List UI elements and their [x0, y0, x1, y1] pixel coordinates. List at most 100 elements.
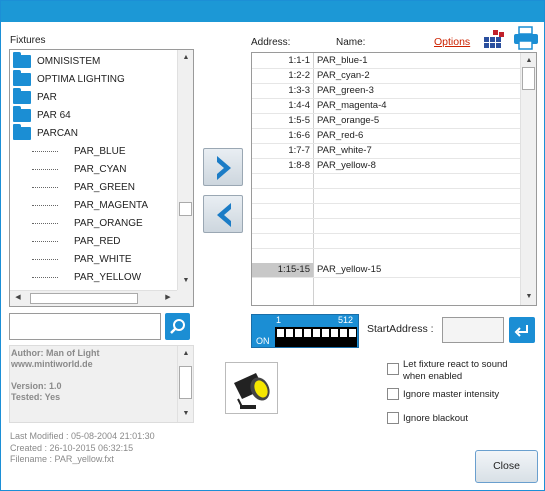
options-link[interactable]: Options	[434, 36, 470, 48]
row-address: 1:5-5	[288, 115, 310, 126]
arrow-left-icon	[217, 203, 231, 227]
row-name: PAR_orange-5	[317, 115, 380, 126]
fixture-tree[interactable]: OMNISISTEM OPTIMA LIGHTING PAR PAR 64 PA…	[9, 49, 194, 307]
patch-row[interactable]: 1:6-6 PAR_red-6	[252, 129, 520, 144]
tree-item-par-green[interactable]: PAR_GREEN	[10, 178, 178, 196]
tree-vertical-scrollbar[interactable]: ▲ ▼	[177, 50, 193, 290]
ignore-blackout-checkbox[interactable]	[387, 412, 399, 424]
react-to-sound-checkbox[interactable]	[387, 363, 399, 375]
tree-item-label: PAR_RED	[74, 235, 121, 247]
remove-from-patch-button[interactable]	[203, 195, 243, 233]
tree-item-label: PAR_WHITE	[74, 253, 132, 265]
apply-start-address-button[interactable]	[509, 317, 535, 343]
start-address-input[interactable]	[442, 317, 504, 343]
tree-item-label: PAR_ORANGE	[74, 217, 143, 229]
patch-row[interactable]: 1:7-7 PAR_white-7	[252, 144, 520, 159]
tree-folder-optima-lighting[interactable]: OPTIMA LIGHTING	[10, 69, 125, 88]
tree-hscroll-thumb[interactable]	[30, 293, 138, 304]
dip-switch-2[interactable]	[286, 329, 293, 337]
info-version: Version: 1.0	[11, 381, 62, 391]
tree-item-label: PAR_YELLOW	[74, 271, 142, 283]
tree-horizontal-scrollbar[interactable]: ◀ ▶	[10, 290, 178, 306]
row-address: 1:2-2	[288, 70, 310, 81]
scroll-up-icon[interactable]: ▲	[178, 348, 194, 360]
dip-switch-4[interactable]	[304, 329, 311, 337]
tree-item-label: OPTIMA LIGHTING	[37, 73, 125, 85]
tree-item-par-red[interactable]: PAR_RED	[10, 232, 178, 250]
tree-vscroll-thumb[interactable]	[179, 202, 192, 216]
patch-row[interactable]	[252, 174, 520, 189]
info-website: www.mintiworld.de	[11, 359, 93, 369]
scroll-up-icon[interactable]: ▲	[178, 52, 193, 64]
title-bar[interactable]	[1, 1, 544, 22]
ignore-master-intensity-checkbox[interactable]	[387, 388, 399, 400]
patch-row[interactable]: 1:1-1 PAR_blue-1	[252, 54, 520, 69]
patch-row[interactable]	[252, 219, 520, 234]
scroll-down-icon[interactable]: ▼	[178, 275, 193, 287]
arrow-right-icon	[217, 156, 231, 180]
fixture-search-input[interactable]	[9, 313, 161, 340]
fixture-info-text: Author: Man of Light www.mintiworld.de V…	[11, 348, 99, 403]
tree-item-label: PAR_GREEN	[74, 181, 135, 193]
tree-item-par-orange[interactable]: PAR_ORANGE	[10, 214, 178, 232]
list-vertical-scrollbar[interactable]: ▲ ▼	[520, 53, 536, 305]
search-button[interactable]	[165, 313, 190, 340]
dip-switch-6[interactable]	[322, 329, 329, 337]
tree-item-par-white[interactable]: PAR_WHITE	[10, 250, 178, 268]
scroll-left-icon[interactable]: ◀	[10, 292, 26, 304]
dip-switch-3[interactable]	[295, 329, 302, 337]
folder-icon	[13, 87, 31, 104]
patch-row[interactable]: 1:2-2 PAR_cyan-2	[252, 69, 520, 84]
patch-grid-icon[interactable]	[483, 28, 505, 50]
patch-list[interactable]: 1:1-1 PAR_blue-1 1:2-2 PAR_cyan-2 1:3-3 PAR_g…	[251, 52, 537, 306]
tree-item-label: PAR	[37, 91, 57, 103]
dip-switch-7[interactable]	[331, 329, 338, 337]
scroll-down-icon[interactable]: ▼	[178, 408, 194, 420]
patch-row[interactable]	[252, 234, 520, 249]
tree-connector	[32, 205, 58, 206]
patch-row[interactable]	[252, 189, 520, 204]
patch-preview-row[interactable]: 1:15-15 PAR_yellow-15	[252, 263, 520, 278]
react-to-sound-label: Let fixture react to sound when enabled	[403, 359, 508, 382]
row-address: 1:3-3	[288, 85, 310, 96]
tree-folder-parcan[interactable]: PARCAN	[10, 123, 78, 142]
tree-connector	[32, 259, 58, 260]
tree-item-par-yellow[interactable]: PAR_YELLOW	[10, 268, 178, 286]
address-header: Address:	[251, 37, 291, 48]
scroll-down-icon[interactable]: ▼	[521, 291, 536, 303]
par-can-icon	[234, 373, 270, 409]
dip-switch-1[interactable]	[277, 329, 284, 337]
dip-switch[interactable]: 1 512 ON	[251, 314, 359, 348]
info-vscroll-thumb[interactable]	[179, 366, 192, 399]
ignore-master-intensity-label: Ignore master intensity	[403, 389, 500, 400]
tree-item-par-magenta[interactable]: PAR_MAGENTA	[10, 196, 178, 214]
dip-switch-8[interactable]	[340, 329, 347, 337]
tree-folder-par[interactable]: PAR	[10, 87, 57, 106]
dip-switch-5[interactable]	[313, 329, 320, 337]
close-button[interactable]: Close	[475, 450, 538, 483]
printer-icon[interactable]	[513, 26, 539, 50]
patch-row[interactable]	[252, 204, 520, 219]
dip-switch-bank	[275, 327, 357, 347]
tree-item-par-blue[interactable]: PAR_BLUE	[10, 142, 178, 160]
fixtures-header: Fixtures	[10, 35, 46, 46]
enter-return-icon	[514, 325, 528, 337]
row-name: PAR_blue-1	[317, 55, 368, 66]
name-header: Name:	[336, 37, 366, 48]
scroll-up-icon[interactable]: ▲	[521, 55, 536, 67]
add-to-patch-button[interactable]	[203, 148, 243, 186]
tree-item-par-cyan[interactable]: PAR_CYAN	[10, 160, 178, 178]
row-address: 1:4-4	[288, 100, 310, 111]
add-fixture-dialog: Fixtures Address: Name: Options OMNISIST…	[0, 0, 545, 491]
patch-row[interactable]: 1:4-4 PAR_magenta-4	[252, 99, 520, 114]
patch-row[interactable]: 1:3-3 PAR_green-3	[252, 84, 520, 99]
tree-folder-par-64[interactable]: PAR 64	[10, 105, 71, 124]
dip-switch-9[interactable]	[349, 329, 356, 337]
scroll-right-icon[interactable]: ▶	[160, 292, 176, 304]
tree-connector	[32, 277, 58, 278]
list-vscroll-thumb[interactable]	[522, 67, 535, 90]
patch-row[interactable]: 1:8-8 PAR_yellow-8	[252, 159, 520, 174]
patch-row[interactable]: 1:5-5 PAR_orange-5	[252, 114, 520, 129]
info-vertical-scrollbar[interactable]: ▲ ▼	[177, 346, 193, 422]
tree-folder-omnisistem[interactable]: OMNISISTEM	[10, 51, 100, 70]
